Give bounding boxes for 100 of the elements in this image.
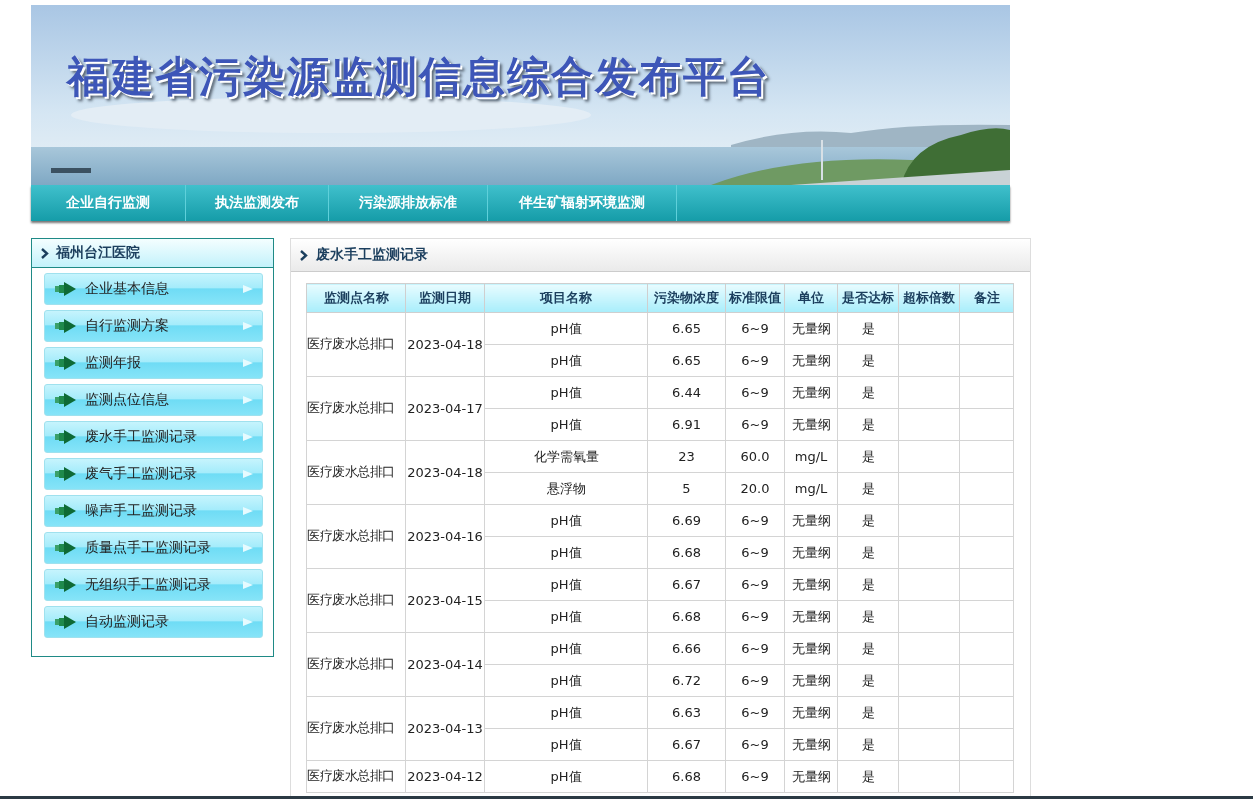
table-cell: 医疗废水总排口 bbox=[306, 696, 406, 761]
table-cell: 6.69 bbox=[647, 504, 726, 537]
sidebar-item[interactable]: 监测点位信息 bbox=[44, 384, 263, 416]
arrow-icon bbox=[55, 355, 77, 371]
arrow-icon bbox=[55, 614, 77, 630]
table-cell: 23 bbox=[647, 440, 726, 473]
column-header: 项目名称 bbox=[484, 283, 648, 313]
table-cell: 是 bbox=[837, 632, 899, 665]
table-cell: 是 bbox=[837, 568, 899, 601]
table-cell: 2023-04-18 bbox=[405, 440, 485, 505]
section-title: 废水手工监测记录 bbox=[316, 246, 428, 264]
sidebar-item[interactable]: 企业基本信息 bbox=[44, 273, 263, 305]
table-cell: 6~9 bbox=[725, 376, 785, 409]
table-cell: 是 bbox=[837, 760, 899, 793]
table-cell: 6~9 bbox=[725, 600, 785, 633]
table-cell: 2023-04-14 bbox=[405, 632, 485, 697]
site-title: 福建省污染源监测信息综合发布平台 bbox=[67, 51, 771, 103]
table-cell: 6.63 bbox=[647, 696, 726, 729]
table-cell: pH值 bbox=[484, 568, 648, 601]
table-cell: 医疗废水总排口 bbox=[306, 440, 406, 505]
table-cell: 6.72 bbox=[647, 664, 726, 697]
table-cell: 医疗废水总排口 bbox=[306, 376, 406, 441]
sidebar-item[interactable]: 自行监测方案 bbox=[44, 310, 263, 342]
table-cell: 是 bbox=[837, 440, 899, 473]
table-cell: 6~9 bbox=[725, 536, 785, 569]
table-cell: 6~9 bbox=[725, 312, 785, 345]
table-cell: 6.65 bbox=[647, 344, 726, 377]
column-header: 单位 bbox=[784, 283, 838, 313]
arrow-icon bbox=[55, 318, 77, 334]
arrow-icon bbox=[55, 392, 77, 408]
triangle-icon bbox=[242, 580, 254, 590]
table-cell: 医疗废水总排口 bbox=[306, 568, 406, 633]
triangle-icon bbox=[242, 321, 254, 331]
triangle-icon bbox=[242, 395, 254, 405]
table-cell: 无量纲 bbox=[784, 600, 838, 633]
arrow-icon bbox=[55, 429, 77, 445]
triangle-icon bbox=[242, 543, 254, 553]
arrow-icon bbox=[55, 466, 77, 482]
table-cell: 是 bbox=[837, 408, 899, 441]
table-cell: 2023-04-16 bbox=[405, 504, 485, 569]
table-cell: 6~9 bbox=[725, 632, 785, 665]
table-cell: 悬浮物 bbox=[484, 472, 648, 505]
table-cell: 是 bbox=[837, 536, 899, 569]
sidebar-item[interactable]: 无组织手工监测记录 bbox=[44, 569, 263, 601]
table-cell: 无量纲 bbox=[784, 664, 838, 697]
sidebar-item[interactable]: 监测年报 bbox=[44, 347, 263, 379]
chevron-icon bbox=[299, 249, 308, 261]
table-cell: 6~9 bbox=[725, 664, 785, 697]
column-header: 监测日期 bbox=[405, 283, 485, 313]
table-cell: pH值 bbox=[484, 504, 648, 537]
column-header: 超标倍数 bbox=[898, 283, 960, 313]
table-cell: 2023-04-12 bbox=[405, 760, 485, 793]
table-cell: 是 bbox=[837, 504, 899, 537]
table-cell: 6~9 bbox=[725, 344, 785, 377]
table-cell: pH值 bbox=[484, 664, 648, 697]
table-cell: 6.67 bbox=[647, 728, 726, 761]
table-cell: 是 bbox=[837, 376, 899, 409]
sidebar-item[interactable]: 自动监测记录 bbox=[44, 606, 263, 638]
table-cell: pH值 bbox=[484, 376, 648, 409]
arrow-icon bbox=[55, 577, 77, 593]
table-cell: 6~9 bbox=[725, 760, 785, 793]
table-cell: 化学需氧量 bbox=[484, 440, 648, 473]
hospital-name: 福州台江医院 bbox=[56, 244, 140, 262]
table-cell: 6~9 bbox=[725, 568, 785, 601]
triangle-icon bbox=[242, 284, 254, 294]
table-cell: pH值 bbox=[484, 312, 648, 345]
arrow-icon bbox=[55, 540, 77, 556]
table-cell: pH值 bbox=[484, 344, 648, 377]
table-cell: 是 bbox=[837, 696, 899, 729]
table-cell: 是 bbox=[837, 472, 899, 505]
table-cell: 6.91 bbox=[647, 408, 726, 441]
table-cell: pH值 bbox=[484, 600, 648, 633]
sidebar-item[interactable]: 质量点手工监测记录 bbox=[44, 532, 263, 564]
table-cell: pH值 bbox=[484, 408, 648, 441]
table-cell: 医疗废水总排口 bbox=[306, 504, 406, 569]
table-cell: 6~9 bbox=[725, 408, 785, 441]
sidebar-item[interactable]: 废水手工监测记录 bbox=[44, 421, 263, 453]
table-cell: 6.68 bbox=[647, 536, 726, 569]
table-cell: 6.68 bbox=[647, 760, 726, 793]
triangle-icon bbox=[242, 506, 254, 516]
table-cell: 无量纲 bbox=[784, 632, 838, 665]
sidebar-item[interactable]: 废气手工监测记录 bbox=[44, 458, 263, 490]
table-cell: 2023-04-13 bbox=[405, 696, 485, 761]
chevron-icon bbox=[40, 247, 49, 259]
table-cell: 无量纲 bbox=[784, 376, 838, 409]
column-header: 备注 bbox=[959, 283, 1014, 313]
arrow-icon bbox=[55, 281, 77, 297]
table-cell: 医疗废水总排口 bbox=[306, 760, 406, 793]
sidebar-item[interactable]: 噪声手工监测记录 bbox=[44, 495, 263, 527]
table-cell: 医疗废水总排口 bbox=[306, 312, 406, 377]
table-cell: 无量纲 bbox=[784, 504, 838, 537]
table-cell: 无量纲 bbox=[784, 536, 838, 569]
table-cell: 5 bbox=[647, 472, 726, 505]
table-cell: 是 bbox=[837, 600, 899, 633]
table-cell: mg/L bbox=[784, 472, 838, 505]
table-cell: 无量纲 bbox=[784, 408, 838, 441]
table-cell: pH值 bbox=[484, 728, 648, 761]
table-cell: 2023-04-18 bbox=[405, 312, 485, 377]
table-cell: 20.0 bbox=[725, 472, 785, 505]
table-cell: 无量纲 bbox=[784, 728, 838, 761]
